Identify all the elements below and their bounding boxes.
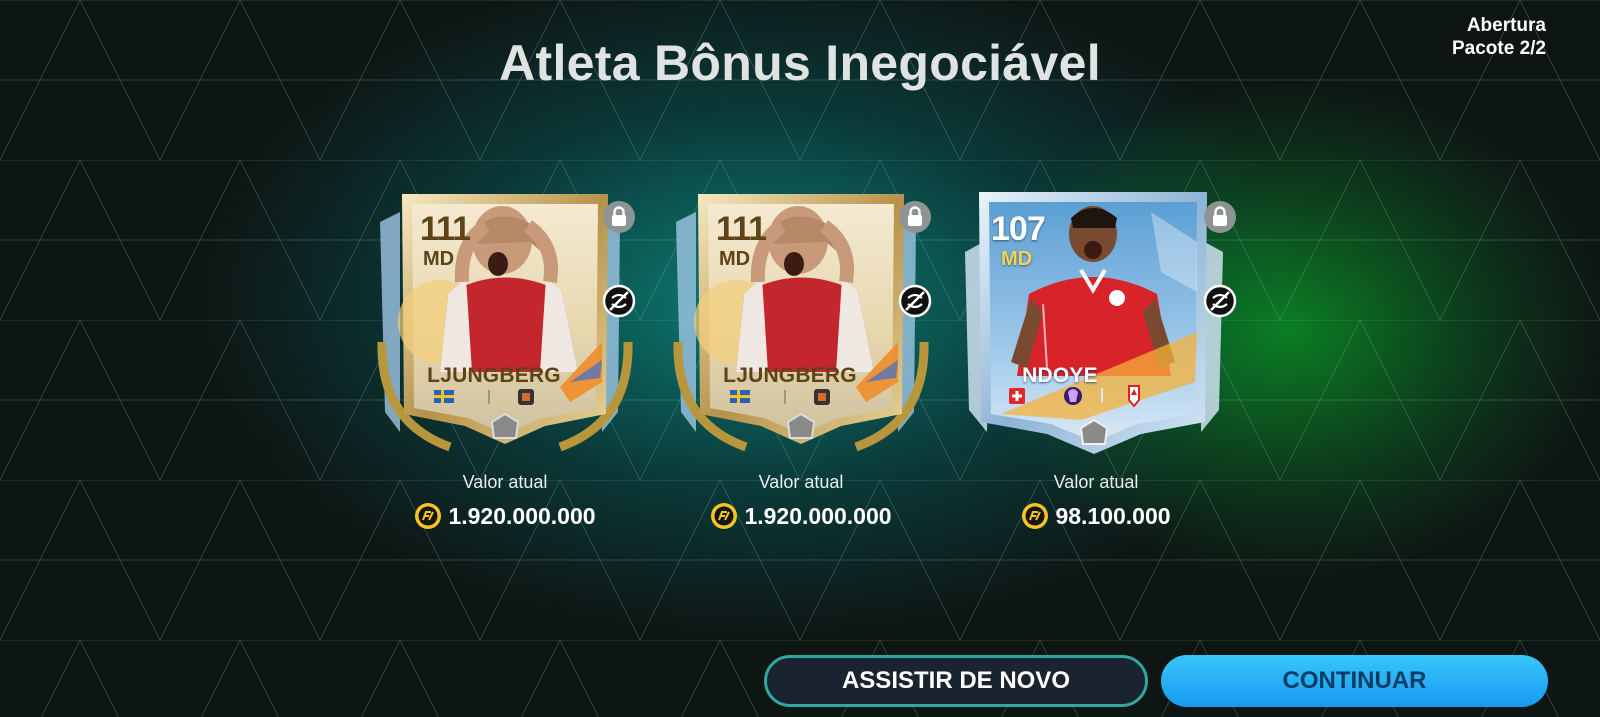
card-player-name: LJUNGBERG bbox=[427, 364, 561, 387]
card-position: MD bbox=[423, 248, 455, 270]
card-rating: 111 bbox=[420, 210, 471, 248]
fc-coin-icon bbox=[711, 503, 738, 529]
card-rating: 107 bbox=[991, 210, 1046, 248]
value-row: 1.920.000.000 bbox=[666, 502, 936, 530]
page-title: Atleta Bônus Inegociável bbox=[499, 35, 1101, 91]
pack-counter-line2: Pacote 2/2 bbox=[1452, 38, 1546, 59]
player-card[interactable]: 111 MD LJUNGBERG Valor atual 1.920.000.0… bbox=[666, 182, 936, 530]
card-player-name: LJUNGBERG bbox=[723, 364, 857, 387]
card-rating: 111 bbox=[716, 210, 767, 248]
continue-button[interactable]: CONTINUAR bbox=[1161, 655, 1548, 707]
fc-coin-icon bbox=[415, 503, 442, 529]
value-amount: 98.100.000 bbox=[1055, 502, 1171, 529]
value-amount: 1.920.000.000 bbox=[448, 502, 596, 529]
value-label: Valor atual bbox=[462, 472, 548, 492]
watch-again-button[interactable]: ASSISTIR DE NOVO bbox=[764, 655, 1148, 707]
value-label: Valor atual bbox=[758, 472, 844, 492]
value-row: 1.920.000.000 bbox=[370, 502, 640, 530]
value-label: Valor atual bbox=[1053, 472, 1139, 492]
fc-coin-icon bbox=[1022, 503, 1049, 529]
lock-icon bbox=[1204, 201, 1236, 233]
untradable-icon bbox=[602, 284, 636, 318]
untradable-icon bbox=[1203, 284, 1237, 318]
player-card[interactable]: 107 MD NDOYE Valor atual 98.100.000 bbox=[961, 182, 1237, 530]
lock-icon bbox=[899, 201, 931, 233]
value-amount: 1.920.000.000 bbox=[744, 502, 892, 529]
pack-counter: Abertura Pacote 2/2 bbox=[1452, 14, 1546, 60]
card-position: MD bbox=[719, 248, 751, 270]
card-player-name: NDOYE bbox=[1022, 364, 1098, 387]
card-artwork bbox=[673, 194, 929, 452]
card-artwork bbox=[377, 194, 633, 452]
pack-counter-line1: Abertura bbox=[1466, 15, 1546, 36]
card-position: MD bbox=[1001, 248, 1033, 270]
player-card[interactable]: 111 MD LJUNGBERG Valor atual 1.920.000.0… bbox=[370, 182, 640, 530]
untradable-icon bbox=[898, 284, 932, 318]
lock-icon bbox=[603, 201, 635, 233]
value-row: 98.100.000 bbox=[961, 502, 1231, 530]
